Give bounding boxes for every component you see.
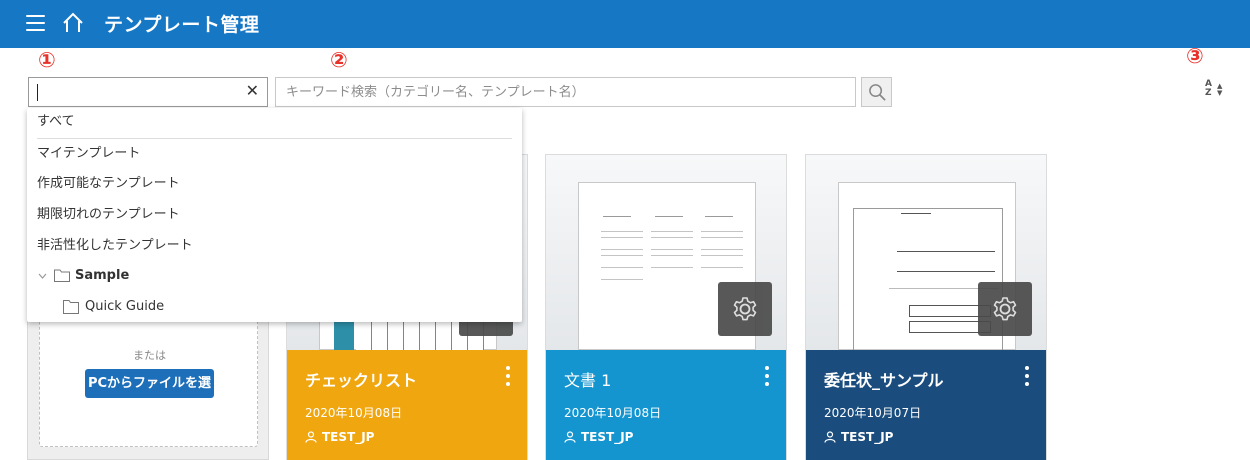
upload-or-label: または xyxy=(133,349,166,362)
settings-button[interactable] xyxy=(718,282,772,336)
marker-3: ③ xyxy=(1186,44,1204,68)
sort-button[interactable]: A Z ▲ ▼ xyxy=(1205,80,1229,102)
marker-2: ② xyxy=(330,48,348,72)
marker-1: ① xyxy=(38,48,56,72)
folder-icon xyxy=(63,300,79,314)
category-select[interactable]: ✕ xyxy=(28,77,268,107)
dropdown-item[interactable]: マイテンプレート xyxy=(27,140,522,168)
home-icon[interactable] xyxy=(61,11,85,35)
category-dropdown: すべて マイテンプレート 作成可能なテンプレート 期限切れのテンプレート 非活性… xyxy=(27,108,522,322)
text-caret xyxy=(37,84,38,101)
template-management-page: テンプレート管理 ① ② ③ ✕ A Z ▲ ▼ または PCからファイルを選択 xyxy=(0,0,1250,460)
user-icon xyxy=(305,431,317,443)
template-card[interactable]: 文書 1 2020年10月08日 TEST_JP xyxy=(545,154,787,460)
template-thumbnail xyxy=(546,155,786,350)
gear-icon xyxy=(993,297,1017,321)
template-thumbnail xyxy=(806,155,1046,351)
tree-folder-label: Sample xyxy=(75,268,130,283)
kebab-menu-icon[interactable] xyxy=(1020,366,1034,388)
kebab-menu-icon[interactable] xyxy=(501,366,515,388)
search-input[interactable] xyxy=(275,77,856,107)
page-title: テンプレート管理 xyxy=(104,14,260,36)
chevron-down-icon xyxy=(38,273,47,279)
dropdown-divider xyxy=(37,138,512,139)
card-date: 2020年10月08日 xyxy=(305,406,403,420)
dropdown-item[interactable]: 期限切れのテンプレート xyxy=(27,201,522,229)
sort-alpha-icon: A Z xyxy=(1205,79,1212,98)
dropdown-item-all[interactable]: すべて xyxy=(27,108,522,136)
card-date: 2020年10月08日 xyxy=(564,406,662,420)
select-file-button[interactable]: PCからファイルを選択 xyxy=(85,369,214,420)
user-icon xyxy=(824,431,836,443)
search-button[interactable] xyxy=(861,77,892,107)
card-date: 2020年10月07日 xyxy=(824,406,922,420)
menu-icon[interactable] xyxy=(26,15,46,31)
settings-button[interactable] xyxy=(978,282,1032,336)
search-icon xyxy=(869,84,886,101)
card-title: 文書 1 xyxy=(564,371,612,390)
user-icon xyxy=(564,431,576,443)
tree-folder-label: Quick Guide xyxy=(85,299,165,314)
tree-folder-quick-guide[interactable]: Quick Guide xyxy=(27,294,522,320)
gear-icon xyxy=(733,297,757,321)
folder-icon xyxy=(54,269,70,282)
app-header: テンプレート管理 xyxy=(0,0,1250,48)
clear-icon[interactable]: ✕ xyxy=(246,81,259,100)
upload-card: または PCからファイルを選択 xyxy=(27,300,269,460)
card-footer: チェックリスト 2020年10月08日 TEST_JP xyxy=(287,350,527,460)
dropdown-item[interactable]: 非活性化したテンプレート xyxy=(27,232,522,260)
tree-folder-sample[interactable]: Sample xyxy=(27,263,522,289)
sort-down-icon: ▼ xyxy=(1217,89,1223,97)
card-footer: 委任状_サンプル 2020年10月07日 TEST_JP xyxy=(806,350,1046,460)
template-card[interactable]: 委任状_サンプル 2020年10月07日 TEST_JP xyxy=(805,154,1047,460)
card-title: チェックリスト xyxy=(305,371,418,390)
kebab-menu-icon[interactable] xyxy=(760,366,774,388)
dropdown-item[interactable]: 作成可能なテンプレート xyxy=(27,170,522,198)
upload-dropzone[interactable]: または PCからファイルを選択 xyxy=(39,311,258,447)
card-title: 委任状_サンプル xyxy=(824,371,944,390)
card-footer: 文書 1 2020年10月08日 TEST_JP xyxy=(546,350,786,460)
